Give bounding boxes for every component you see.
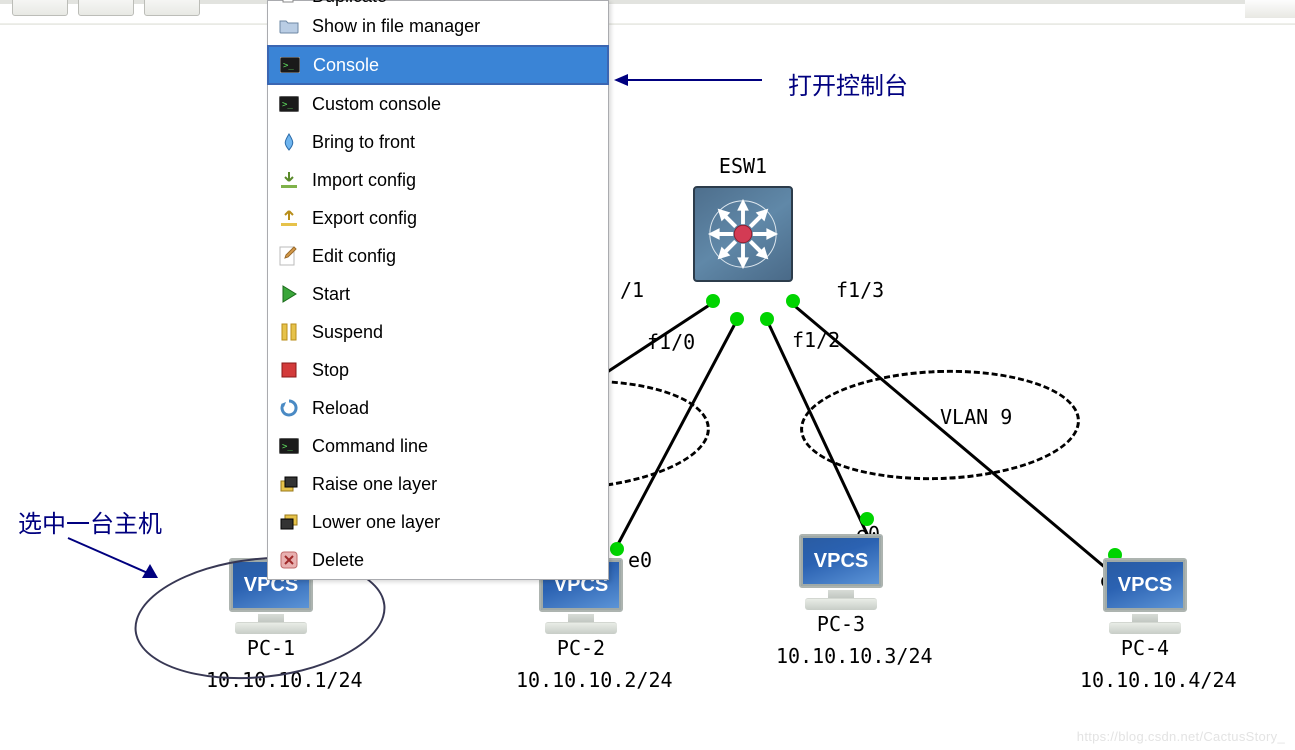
device-pc-3[interactable]: VPCS PC-3 10.10.10.3/24 — [776, 532, 906, 668]
pc-icon: VPCS — [791, 532, 891, 608]
iface-f1-1: /1 — [620, 278, 644, 302]
menu-item-lower-one-layer[interactable]: Lower one layer — [268, 503, 608, 541]
menu-label: Duplicate — [312, 0, 598, 7]
port-status-dot — [860, 512, 874, 526]
folder-icon — [278, 15, 300, 37]
switch-icon — [693, 186, 793, 282]
menu-item-stop[interactable]: Stop — [268, 351, 608, 389]
svg-text:>_: >_ — [282, 100, 293, 110]
toolbar-button[interactable] — [12, 0, 68, 16]
device-pc-4[interactable]: VPCS PC-4 10.10.10.4/24 — [1080, 556, 1210, 692]
vpcs-label: VPCS — [814, 550, 868, 573]
watermark: https://blog.csdn.net/CactusStory_ — [1077, 729, 1285, 744]
menu-item-export-config[interactable]: Export config — [268, 199, 608, 237]
pc-name: PC-3 — [776, 612, 906, 636]
menu-label: Suspend — [312, 322, 598, 343]
switch-label: ESW1 — [688, 154, 798, 178]
toolbar-button[interactable] — [144, 0, 200, 16]
svg-text:>_: >_ — [282, 442, 293, 452]
raise-layer-icon — [278, 473, 300, 495]
iface-f1-0: f1/0 — [647, 330, 695, 354]
import-icon — [278, 169, 300, 191]
menu-item-raise-one-layer[interactable]: Raise one layer — [268, 465, 608, 503]
annotation-arrow-select-host — [60, 534, 170, 584]
menu-label: Reload — [312, 398, 598, 419]
port-status-dot — [786, 294, 800, 308]
menu-label: Show in file manager — [312, 16, 598, 37]
menu-item-import-config[interactable]: Import config — [268, 161, 608, 199]
iface-f1-3: f1/3 — [836, 278, 884, 302]
pc-name: PC-4 — [1080, 636, 1210, 660]
pc-name: PC-2 — [516, 636, 646, 660]
terminal-icon: >_ — [278, 435, 300, 457]
menu-item-command-line[interactable]: >_ Command line — [268, 427, 608, 465]
menu-label: Console — [313, 55, 597, 76]
export-icon — [278, 207, 300, 229]
menu-item-delete[interactable]: Delete — [268, 541, 608, 579]
port-status-dot — [706, 294, 720, 308]
menu-item-reload[interactable]: Reload — [268, 389, 608, 427]
port-status-dot — [760, 312, 774, 326]
pc-ip: 10.10.10.3/24 — [776, 644, 906, 668]
menu-item-show-in-file-manager[interactable]: Show in file manager — [268, 7, 608, 45]
edit-icon — [278, 245, 300, 267]
menu-label: Lower one layer — [312, 512, 598, 533]
lower-layer-icon — [278, 511, 300, 533]
menu-label: Stop — [312, 360, 598, 381]
svg-text:>_: >_ — [283, 61, 294, 71]
toolbar-buttons — [12, 0, 200, 16]
menu-item-duplicate[interactable]: Duplicate — [268, 0, 608, 7]
toolbar-separator — [0, 23, 1295, 25]
menu-item-edit-config[interactable]: Edit config — [268, 237, 608, 275]
menu-label: Bring to front — [312, 132, 598, 153]
stop-icon — [278, 359, 300, 381]
menu-label: Export config — [312, 208, 598, 229]
menu-label: Custom console — [312, 94, 598, 115]
bring-to-front-icon — [278, 131, 300, 153]
pause-icon — [278, 321, 300, 343]
menu-item-start[interactable]: Start — [268, 275, 608, 313]
annotation-arrow-console — [612, 66, 772, 96]
vlan-9-label: VLAN 9 — [940, 405, 1012, 429]
menu-label: Start — [312, 284, 598, 305]
menu-label: Edit config — [312, 246, 598, 267]
iface-f1-2: f1/2 — [792, 328, 840, 352]
menu-item-custom-console[interactable]: >_ Custom console — [268, 85, 608, 123]
annotation-open-console: 打开控制台 — [788, 66, 908, 101]
menu-label: Raise one layer — [312, 474, 598, 495]
console-icon: >_ — [279, 54, 301, 76]
device-switch-esw1[interactable]: ESW1 — [688, 154, 798, 282]
console-icon: >_ — [278, 93, 300, 115]
menu-item-console[interactable]: >_ Console — [267, 45, 609, 85]
context-menu: Duplicate Show in file manager >_ Consol… — [267, 0, 609, 580]
menu-label: Import config — [312, 170, 598, 191]
toolbar-button[interactable] — [78, 0, 134, 16]
duplicate-icon — [278, 0, 300, 7]
pc-icon: VPCS — [1095, 556, 1195, 632]
reload-icon — [278, 397, 300, 419]
menu-item-suspend[interactable]: Suspend — [268, 313, 608, 351]
menu-label: Command line — [312, 436, 598, 457]
delete-icon — [278, 549, 300, 571]
vpcs-label: VPCS — [1118, 574, 1172, 597]
pc-ip: 10.10.10.4/24 — [1080, 668, 1210, 692]
pc-ip: 10.10.10.2/24 — [516, 668, 646, 692]
menu-label: Delete — [312, 550, 598, 571]
port-status-dot — [730, 312, 744, 326]
port-status-dot — [610, 542, 624, 556]
menu-item-bring-to-front[interactable]: Bring to front — [268, 123, 608, 161]
play-icon — [278, 283, 300, 305]
toolbar-edge-right — [1245, 0, 1295, 18]
